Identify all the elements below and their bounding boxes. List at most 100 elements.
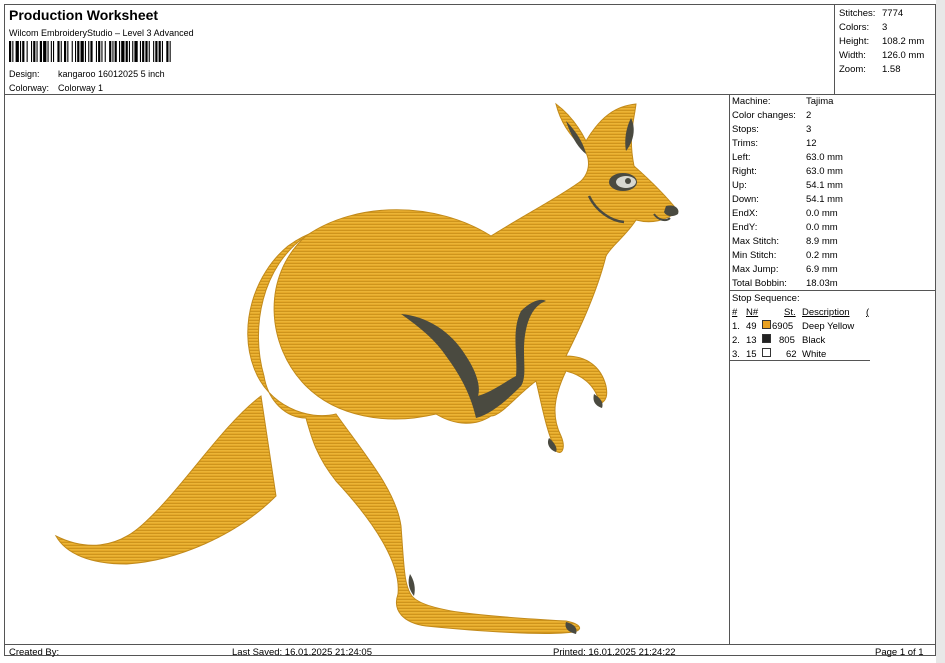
barcode-bar [33,41,36,62]
stop-desc: Deep Yellow [802,321,855,332]
info-label: Total Bobbin: [732,278,787,289]
barcode-bar [57,41,60,62]
color-swatch [762,320,771,329]
barcode-bar [67,41,69,62]
barcode-bar [31,41,33,62]
stop-n: 15 [746,349,757,360]
info-label: Right: [732,166,757,177]
barcode-bar [128,41,130,62]
stop-end-line [730,360,870,361]
color-swatch [762,348,771,357]
info-value: 63.0 mm [806,166,843,177]
barcode-bar [84,41,86,62]
barcode-bar [169,41,171,62]
software-name: Wilcom EmbroideryStudio – Level 3 Advanc… [9,28,194,38]
height-label: Height: [839,36,870,47]
created-by: Created By: [9,647,60,658]
barcode-bar [125,41,128,62]
barcode-bar [88,41,90,62]
barcode-bar [132,41,134,62]
info-value: 6.9 mm [806,264,838,275]
stitches-label: Stitches: [839,8,876,19]
width-value: 126.0 mm [882,50,925,61]
colors-label: Colors: [839,22,870,33]
barcode-bar [158,41,161,62]
barcode-bar [139,41,141,62]
barcode-bar [142,41,145,62]
last-saved: Last Saved: 16.01.2025 21:24:05 [232,647,372,658]
barcode-bar [121,41,125,62]
info-value: 2 [806,110,812,121]
stop-st: 62 [786,349,797,360]
barcode-bar [134,41,138,62]
barcode-bar [71,41,73,62]
barcode-bar [109,41,112,62]
info-value: 0.0 mm [806,208,838,219]
barcode-bar [112,41,114,62]
stop-st: 6905 [772,321,794,332]
stitches-value: 7774 [882,8,904,19]
col-header-n: N# [746,307,759,318]
barcode-bar [26,41,28,62]
barcode-bar [53,41,55,62]
info-label: Min Stitch: [732,250,777,261]
colorway-value: Colorway 1 [58,83,104,93]
info-label: Max Stitch: [732,236,779,247]
zoom-value: 1.58 [882,64,901,75]
stop-sequence-title: Stop Sequence: [732,293,800,304]
barcode-bar [95,41,97,62]
colorway-label: Colorway: [9,83,50,93]
barcode-bar [75,41,77,62]
stop-index: 1. [732,321,740,332]
info-value: 0.2 mm [806,250,838,261]
barcode-bar [90,41,93,62]
info-value: 0.0 mm [806,222,838,233]
zoom-label: Zoom: [839,64,866,75]
col-header-st: St. [784,307,796,318]
barcode-bar [36,41,38,62]
barcode-bar [77,41,80,62]
design-value: kangaroo 16012025 5 inch [58,69,165,79]
stop-desc: White [802,349,827,360]
barcode-bar [166,41,169,62]
color-swatch [762,334,771,343]
barcode-bar [50,41,52,62]
stop-desc: Black [802,335,826,346]
info-value: 18.03m [806,278,838,289]
barcode-bar [119,41,121,62]
stop-index: 2. [732,335,740,346]
barcode-bar [114,41,117,62]
colors-value: 3 [882,22,888,33]
info-label: Color changes: [732,110,796,121]
barcode-bar [153,41,155,62]
height-value: 108.2 mm [882,36,925,47]
col-header-num: # [732,307,738,318]
barcode-bar [145,41,148,62]
barcode-bar [155,41,158,62]
info-value: 63.0 mm [806,152,843,163]
info-label: Left: [732,152,751,163]
stop-n: 13 [746,335,757,346]
info-label: Down: [732,194,759,205]
info-value: 3 [806,124,812,135]
col-header-desc: Description [802,307,850,318]
info-label: EndX: [732,208,758,219]
barcode-bar [64,41,67,62]
barcode-bar [22,41,25,62]
barcode-bar [60,41,62,62]
barcode-bar [104,41,106,62]
info-value: 8.9 mm [806,236,838,247]
info-value: 54.1 mm [806,194,843,205]
info-value: 54.1 mm [806,180,843,191]
page-number: Page 1 of 1 [875,647,924,658]
barcode-bar [43,41,47,62]
barcode-bar [15,41,19,62]
info-label: Trims: [732,138,759,149]
barcode-bar [80,41,84,62]
col-header-extra: ( [866,307,870,318]
embroidery-design-preview [54,102,679,634]
info-label: EndY: [732,222,758,233]
barcode-bar [12,41,14,62]
info-value: 12 [806,138,817,149]
info-divider [729,94,730,644]
